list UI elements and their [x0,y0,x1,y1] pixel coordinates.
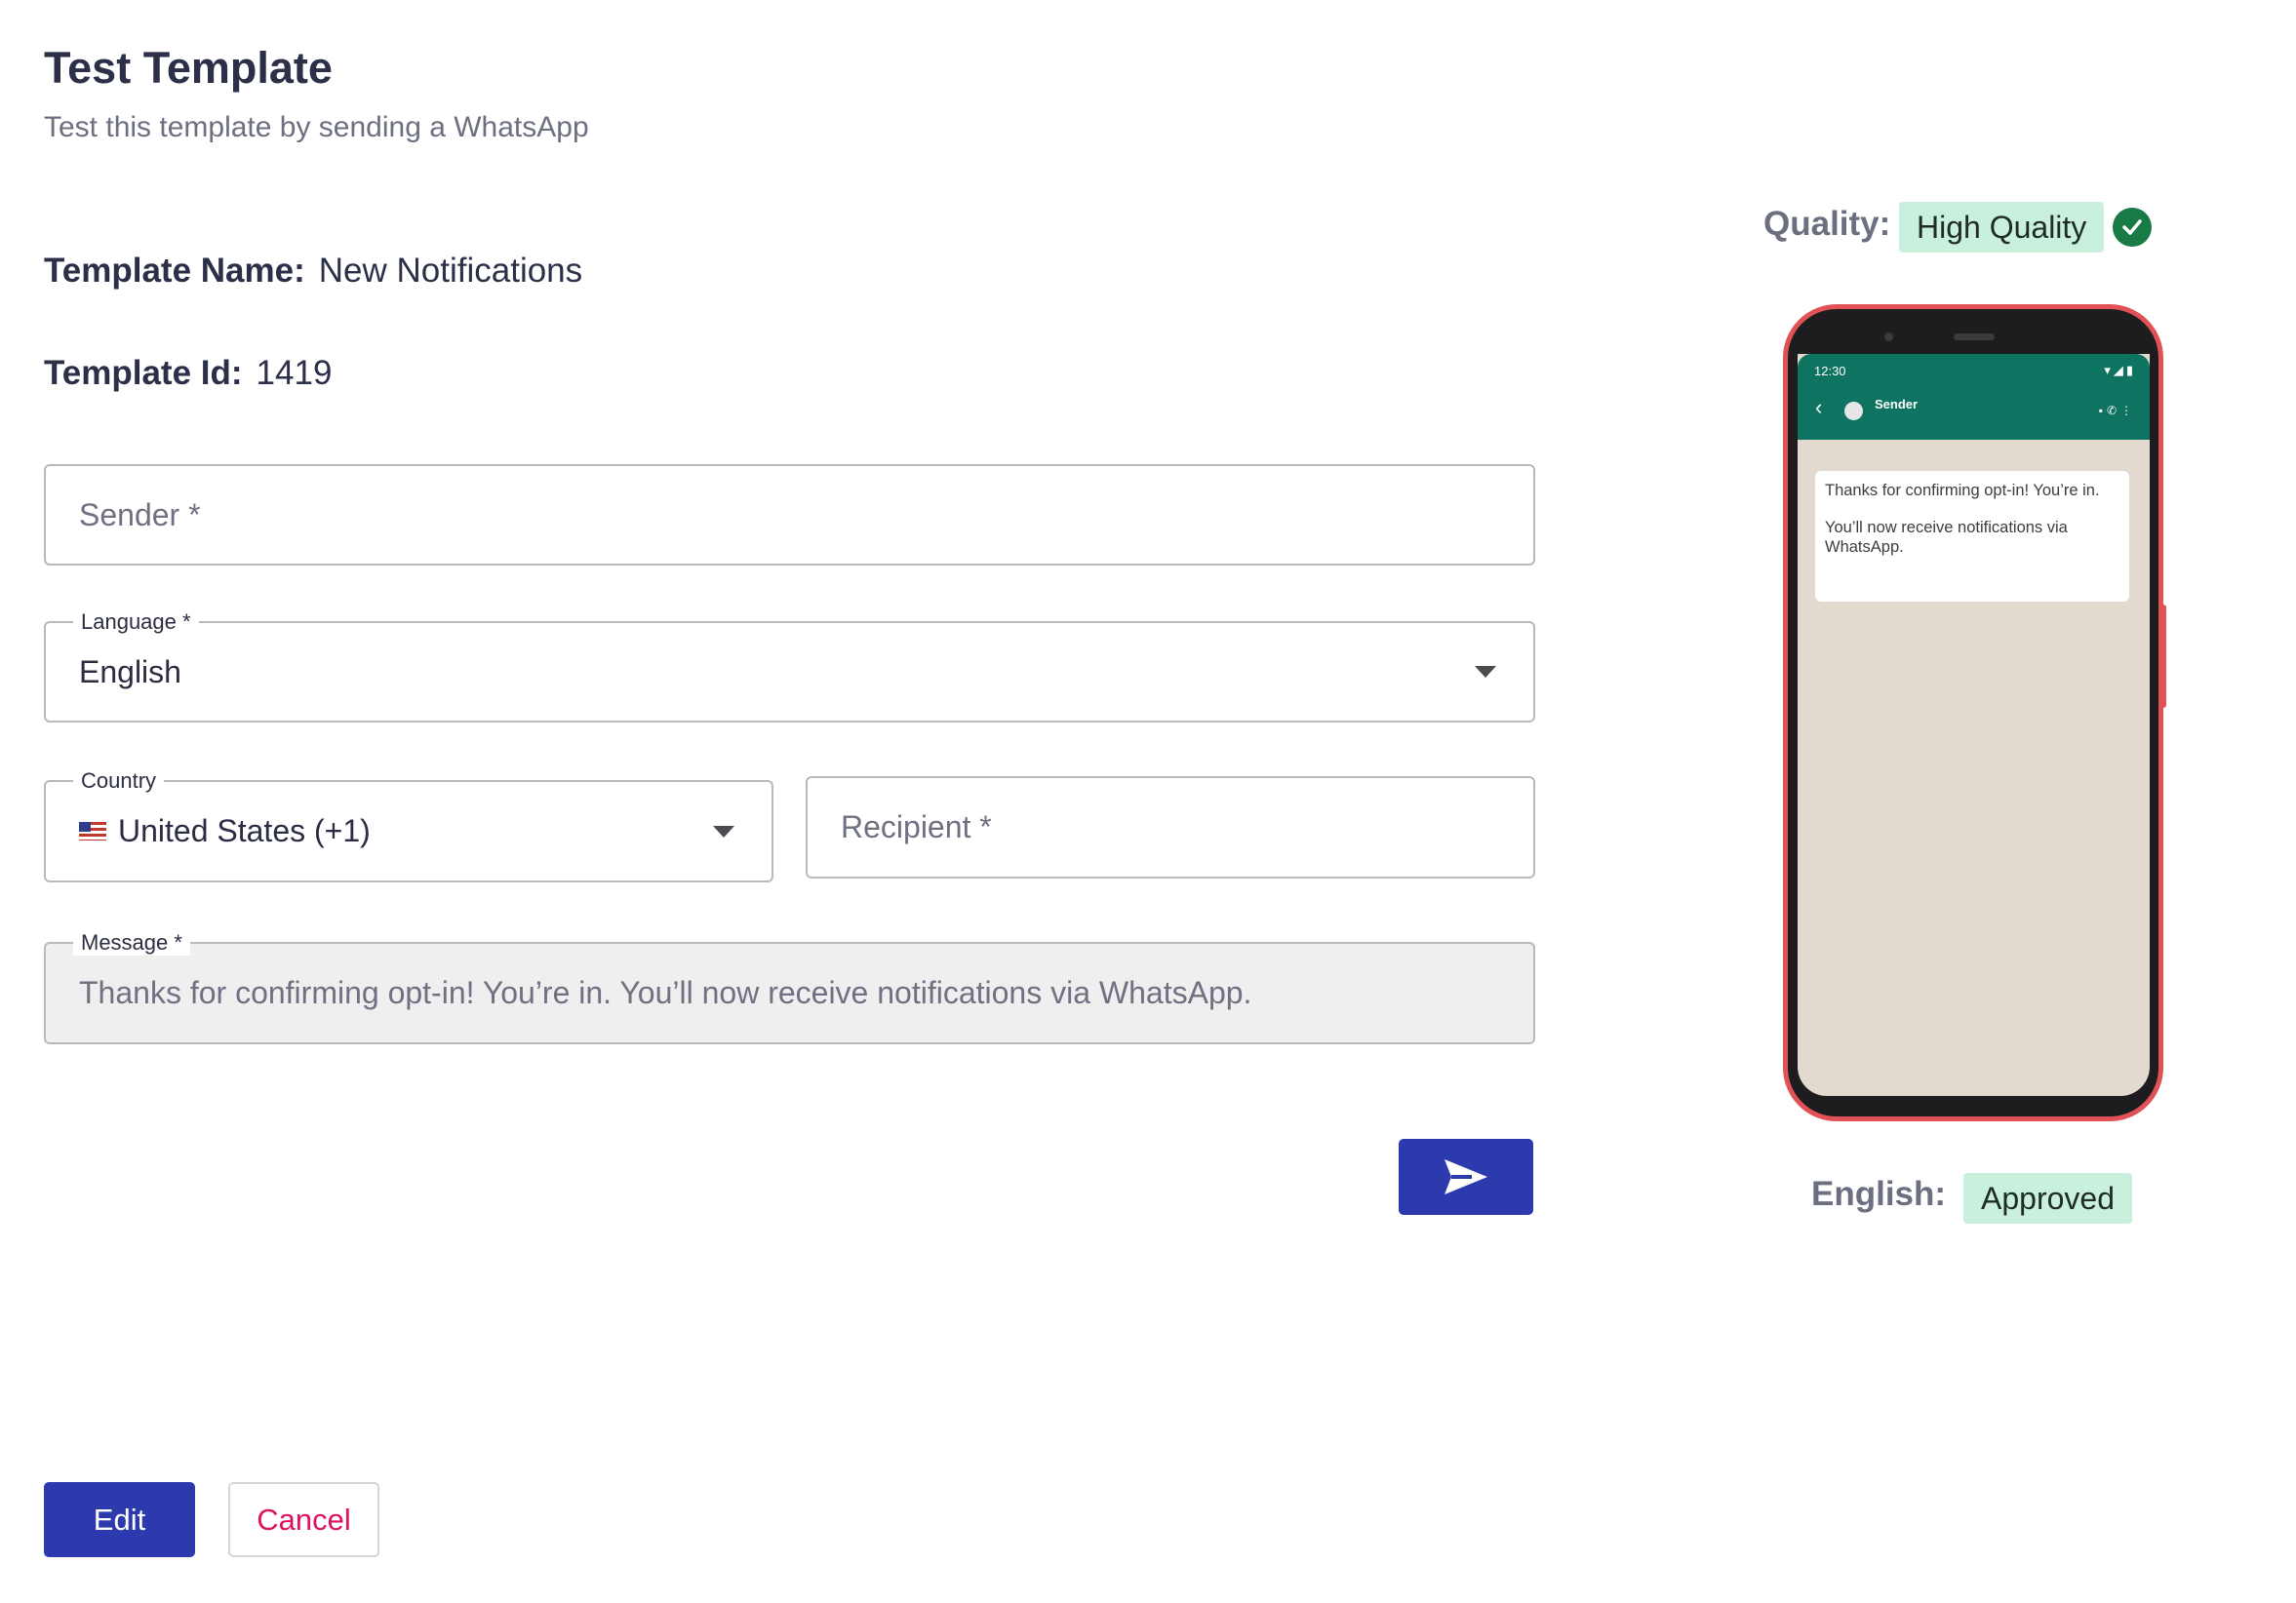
template-id-value: 1419 [256,354,333,392]
language-status-label: English: [1811,1175,1947,1213]
status-icons: ▾◢▮ [2104,363,2136,377]
message-bubble: Thanks for confirming opt-in! You’re in.… [1815,471,2129,602]
bubble-line-1: Thanks for confirming opt-in! You’re in. [1825,482,2100,499]
sender-field[interactable]: Sender * [44,464,1535,566]
phone-screen: 12:30 ▾◢▮ ‹ Sender ▪✆⋮ Thanks for confir… [1798,354,2150,1096]
language-value: English [79,653,181,689]
language-select[interactable]: Language * English [44,609,1535,723]
template-name-row: Template Name: New Notifications [44,252,582,291]
approved-badge: Approved [1963,1173,2132,1224]
template-id-row: Template Id: 1419 [44,354,332,393]
us-flag-icon [79,822,106,841]
template-id-label: Template Id: [44,354,243,392]
check-circle-icon [2113,208,2152,247]
quality-badge: High Quality [1899,202,2105,253]
edit-button[interactable]: Edit [44,1482,195,1557]
message-value: Thanks for confirming opt-in! You’re in.… [79,975,1252,1010]
recipient-placeholder: Recipient * [841,809,992,844]
send-button[interactable] [1399,1139,1533,1215]
avatar [1844,402,1863,420]
phone-camera [1884,332,1893,341]
sender-placeholder: Sender * [79,496,201,532]
chevron-down-icon [1475,666,1496,678]
send-icon [1445,1159,1487,1194]
template-name-label: Template Name: [44,252,305,290]
quality-label: Quality: [1763,205,1891,243]
bubble-line-2: You’ll now receive notifications via Wha… [1825,519,2068,556]
template-name-value: New Notifications [318,252,583,290]
chat-header: 12:30 ▾◢▮ ‹ Sender ▪✆⋮ [1798,354,2150,440]
page-title: Test Template [44,43,333,93]
chat-sender-name: Sender [1875,397,1919,411]
recipient-field[interactable]: Recipient * [806,776,1535,879]
phone-side-button [2160,605,2166,708]
status-time: 12:30 [1814,364,1846,378]
country-select[interactable]: Country United States (+1) [44,768,773,882]
chat-actions-icons: ▪✆⋮ [2098,404,2136,417]
country-value: United States (+1) [118,813,371,848]
back-icon: ‹ [1815,395,1823,419]
message-field: Message * Thanks for confirming opt-in! … [44,930,1535,1044]
chevron-down-icon [713,825,734,838]
phone-speaker [1954,333,1995,340]
page-subtitle: Test this template by sending a WhatsApp [44,111,589,143]
cancel-button[interactable]: Cancel [228,1482,379,1557]
